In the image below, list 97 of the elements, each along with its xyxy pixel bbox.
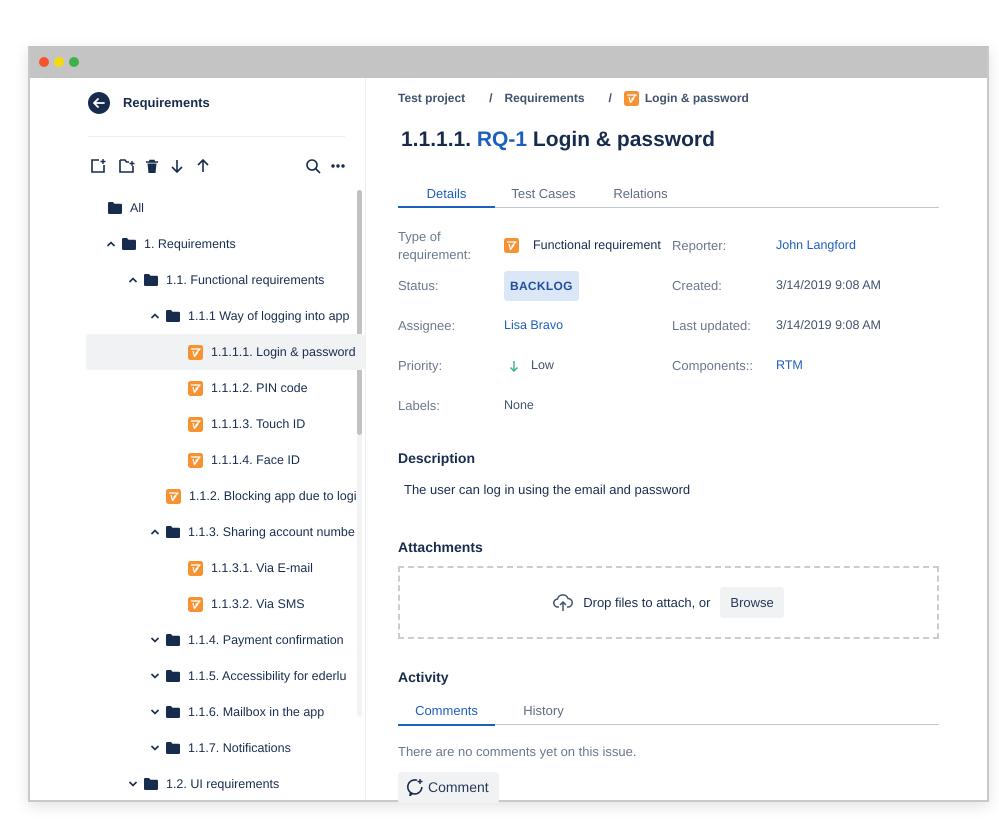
field-label: Priority: xyxy=(398,356,444,375)
breadcrumb-link[interactable]: Test project xyxy=(398,89,466,107)
tree-item[interactable]: 1.1.3.2. Via SMS xyxy=(86,586,365,622)
field-label: Components:: xyxy=(672,356,754,375)
chevron-icon[interactable] xyxy=(128,277,138,283)
close-window-dot[interactable] xyxy=(39,57,49,67)
chevron-icon[interactable] xyxy=(150,673,160,679)
tree-item[interactable]: 1.1. Functional requirements xyxy=(86,262,365,298)
folder-icon xyxy=(166,670,180,682)
folder-icon xyxy=(144,778,158,790)
tree-item[interactable]: 1.1.4. Payment confirmation xyxy=(86,622,365,658)
requirement-icon xyxy=(166,488,181,504)
breadcrumb-link[interactable]: Login & password xyxy=(644,89,749,107)
tree-item[interactable]: 1.1.7. Notifications xyxy=(86,730,365,766)
folder-icon xyxy=(122,238,136,250)
requirement-icon xyxy=(188,596,203,612)
cloud-upload-icon xyxy=(553,594,574,612)
maximize-window-dot[interactable] xyxy=(69,57,79,67)
file-drop-zone[interactable]: Drop files to attach, or Browse xyxy=(398,566,939,639)
requirement-icon xyxy=(188,416,203,432)
field-label: Last updated: xyxy=(672,316,752,335)
folder-icon xyxy=(166,310,180,322)
field-label: Reporter: xyxy=(672,236,728,255)
requirement-icon xyxy=(188,452,203,468)
comment-button[interactable]: Comment xyxy=(398,772,499,802)
field-label: Type of requirement: xyxy=(398,228,472,264)
drop-files-prompt: Drop files to attach, or xyxy=(583,594,710,612)
status-badge: BACKLOG xyxy=(504,270,579,300)
tree-item[interactable]: 1. Requirements xyxy=(86,226,365,262)
issue-title: 1.1.1.1. RQ-1 Login & password xyxy=(401,127,716,153)
arrow-down-icon[interactable] xyxy=(169,158,185,174)
folder-icon xyxy=(108,202,122,214)
field-value: Low xyxy=(531,357,554,374)
tab[interactable]: Relations xyxy=(592,180,689,208)
new-file-icon[interactable] xyxy=(90,158,106,174)
folder-icon xyxy=(166,742,180,754)
activity-heading: Activity xyxy=(398,668,450,687)
field-link[interactable]: Lisa Bravo xyxy=(504,316,564,335)
folder-icon xyxy=(166,706,180,718)
tree-item[interactable]: 1.1.3. Sharing account numbe xyxy=(86,514,365,550)
field-value: 3/14/2019 9:08 AM xyxy=(776,277,881,294)
tree-item[interactable]: 1.1.1.4. Face ID xyxy=(86,442,365,478)
chevron-icon[interactable] xyxy=(150,637,160,643)
requirement-icon xyxy=(624,90,639,106)
field-link[interactable]: RTM xyxy=(776,356,803,375)
tree-item[interactable]: 1.1.6. Mailbox in the app xyxy=(86,694,365,730)
tab[interactable]: History xyxy=(495,697,592,726)
tree-item[interactable]: 1.1.1.2. PIN code xyxy=(86,370,365,406)
description-text: The user can log in using the email and password xyxy=(404,480,692,499)
tree-item[interactable]: 1.1.3.1. Via E-mail xyxy=(86,550,365,586)
field-label: Status: xyxy=(398,276,440,295)
tree-item[interactable]: 1.1.1.1. Login & password xyxy=(86,334,365,370)
folder-icon xyxy=(166,634,180,646)
search-icon[interactable] xyxy=(305,158,321,174)
field-label: Assignee: xyxy=(398,316,456,335)
breadcrumb-separator: / xyxy=(608,90,612,107)
requirement-icon xyxy=(188,344,203,360)
field-value: Functional requirement xyxy=(533,237,661,254)
sidebar-title: Requirements xyxy=(123,94,210,112)
field-value: 3/14/2019 9:08 AM xyxy=(776,317,881,334)
no-comments-message: There are no comments yet on this issue. xyxy=(398,743,638,761)
chevron-icon[interactable] xyxy=(150,745,160,751)
arrow-up-icon[interactable] xyxy=(195,158,211,174)
tree-item[interactable]: 1.1.1 Way of logging into app xyxy=(86,298,365,334)
minimize-window-dot[interactable] xyxy=(54,57,64,67)
field-label: Created: xyxy=(672,276,723,295)
breadcrumb-separator: / xyxy=(489,90,492,107)
tree-item[interactable]: 1.2. UI requirements xyxy=(86,766,365,800)
tree-item[interactable]: 1.1.1.3. Touch ID xyxy=(86,406,365,442)
description-heading: Description xyxy=(398,448,476,468)
comment-add-icon xyxy=(406,778,424,796)
folder-icon xyxy=(166,526,180,538)
tree-item[interactable]: All xyxy=(86,190,365,226)
tab[interactable]: Details xyxy=(398,180,495,208)
folder-icon xyxy=(144,274,158,286)
requirement-icon xyxy=(188,560,203,576)
more-icon[interactable] xyxy=(331,164,345,168)
chevron-icon[interactable] xyxy=(150,709,160,715)
trash-icon[interactable] xyxy=(145,158,159,174)
chevron-icon[interactable] xyxy=(106,241,116,247)
attachments-heading: Attachments xyxy=(398,538,484,557)
chevron-icon[interactable] xyxy=(150,313,160,319)
tree-item[interactable]: 1.1.2. Blocking app due to logi xyxy=(86,478,365,514)
tree-item[interactable]: 1.1.5. Accessibility for ederlu xyxy=(86,658,365,694)
breadcrumb-link[interactable]: Requirements xyxy=(504,89,584,107)
tab[interactable]: Comments xyxy=(398,697,495,726)
requirement-icon xyxy=(504,238,519,253)
chevron-icon[interactable] xyxy=(150,529,160,535)
field-label: Labels: xyxy=(398,396,441,415)
browse-button[interactable]: Browse xyxy=(720,586,784,618)
requirement-icon xyxy=(188,380,203,396)
tab[interactable]: Test Cases xyxy=(495,180,592,208)
arrow-down-icon xyxy=(509,360,519,372)
new-folder-icon[interactable] xyxy=(118,158,135,174)
chevron-icon[interactable] xyxy=(128,781,138,787)
field-link[interactable]: John Langford xyxy=(776,236,856,255)
field-value: None xyxy=(504,397,534,414)
